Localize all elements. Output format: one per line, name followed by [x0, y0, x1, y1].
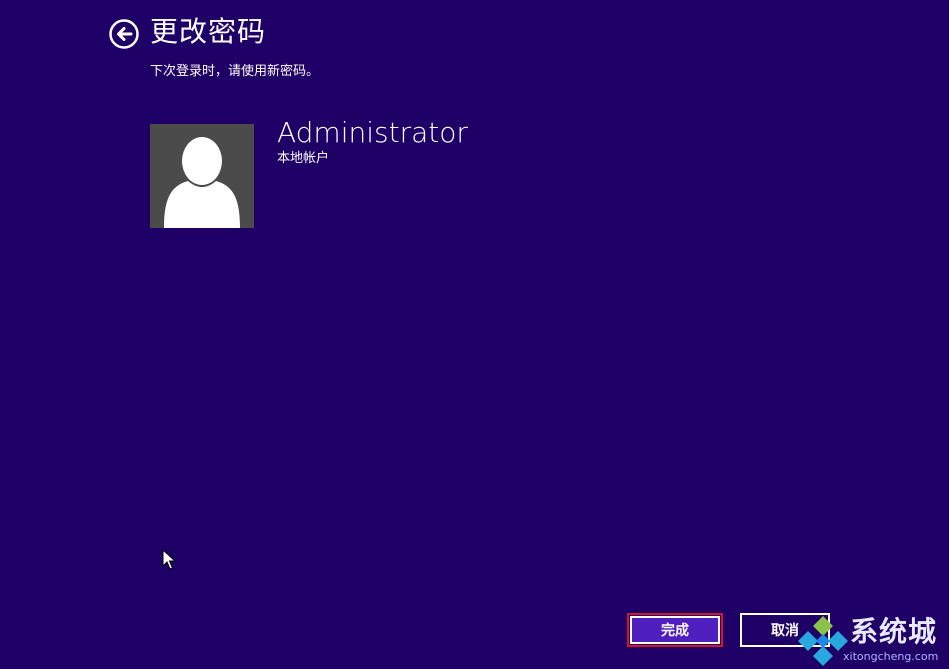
finish-button-label: 完成: [661, 623, 689, 639]
mouse-pointer-icon: [162, 549, 176, 571]
account-name: Administrator: [277, 116, 468, 149]
account-type: 本地帐户: [277, 151, 330, 166]
watermark: 系统城 xitongcheng.com: [796, 612, 949, 669]
finish-button[interactable]: 完成: [627, 613, 723, 647]
cancel-button-label: 取消: [771, 623, 799, 639]
page-subtitle: 下次登录时，请使用新密码。: [150, 64, 320, 79]
back-button[interactable]: [109, 19, 139, 49]
watermark-logo-icon: [798, 616, 848, 666]
page-title: 更改密码: [150, 15, 267, 48]
user-avatar-icon: [164, 137, 240, 228]
finish-button-face[interactable]: 完成: [630, 616, 720, 644]
watermark-url: xitongcheng.com: [843, 650, 939, 663]
avatar: [150, 124, 254, 228]
back-arrow-circle-icon: [109, 19, 139, 49]
watermark-brand: 系统城: [850, 615, 938, 648]
